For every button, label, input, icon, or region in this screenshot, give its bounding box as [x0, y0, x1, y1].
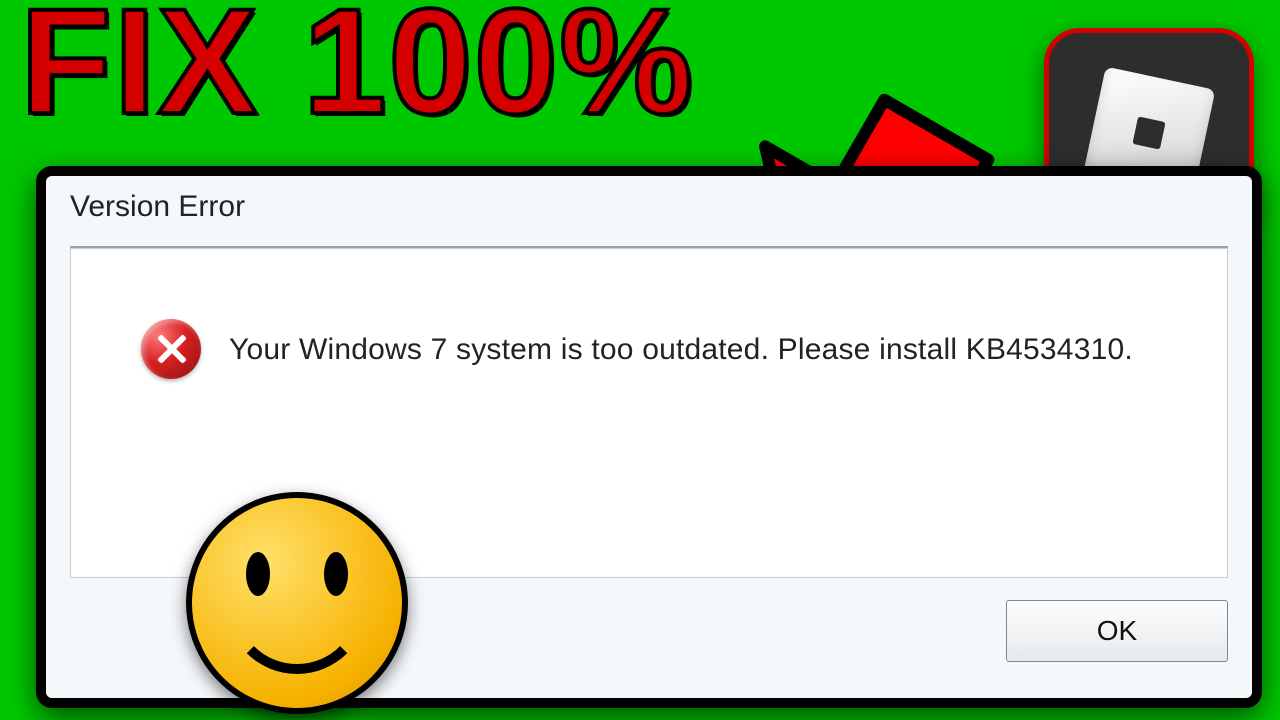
headline-text: FIX 100% [20, 0, 695, 136]
smiley-face-icon [186, 492, 408, 714]
ok-button[interactable]: OK [1006, 600, 1228, 662]
error-message: Your Windows 7 system is too outdated. P… [229, 333, 1133, 367]
error-cross-icon [141, 319, 201, 379]
thumbnail-stage: FIX 100% Version Error Your Windows 7 sy… [0, 0, 1280, 720]
dialog-title: Version Error [70, 190, 1228, 245]
